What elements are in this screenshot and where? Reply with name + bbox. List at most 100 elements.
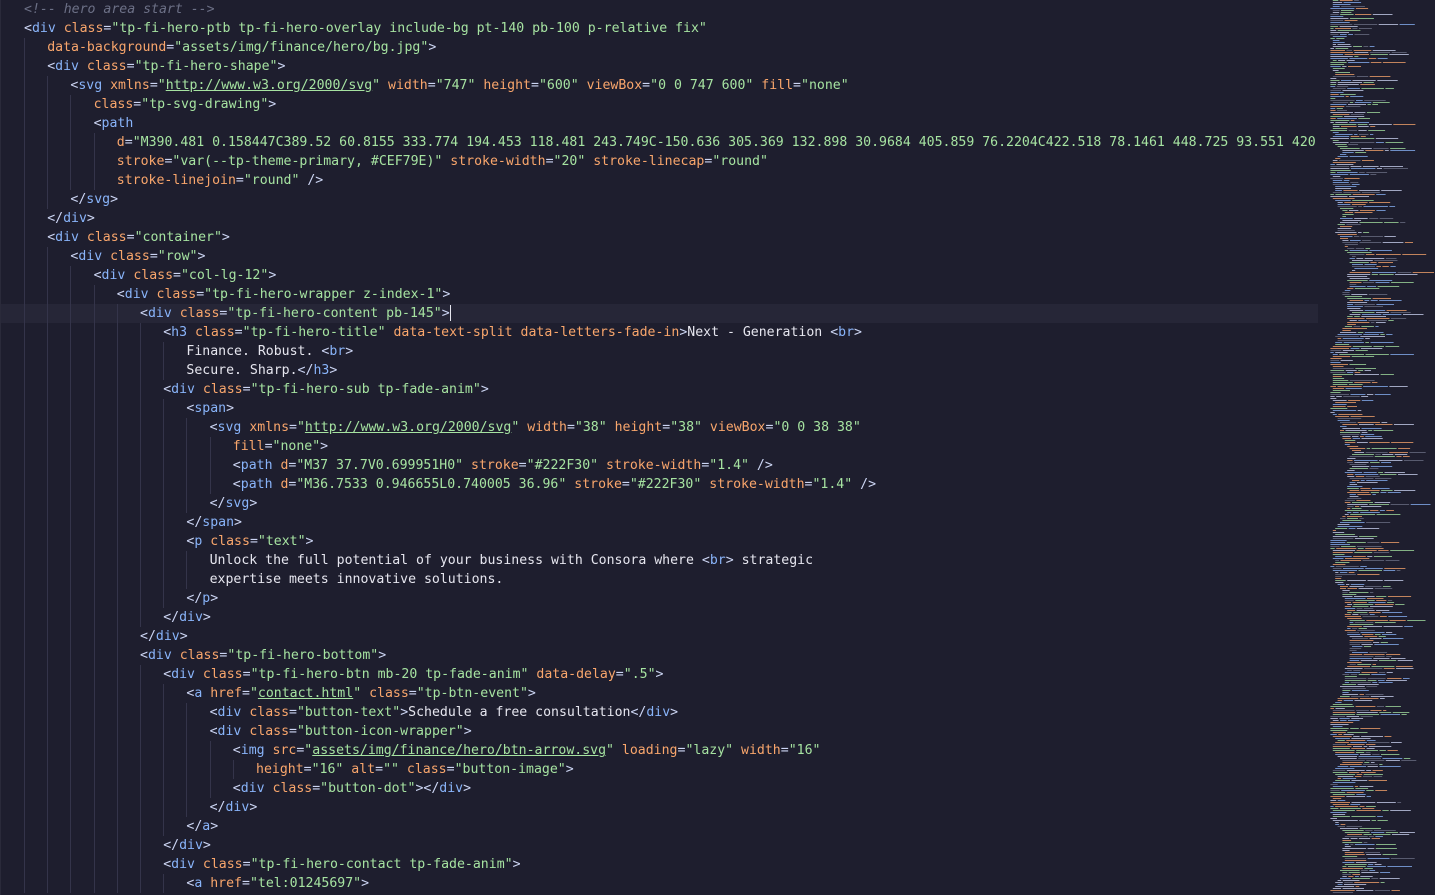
minimap-mark	[1351, 802, 1376, 803]
minimap-mark	[1330, 122, 1334, 123]
code-line[interactable]: <div class="button-icon-wrapper">	[1, 722, 1319, 741]
code-line[interactable]: d="M390.481 0.158447C389.52 60.8155 333.…	[1, 133, 1319, 152]
minimap-mark	[1335, 824, 1340, 825]
code-line[interactable]: <div class="button-dot"></div>	[1, 779, 1319, 798]
code-line[interactable]: <svg xmlns="http://www.w3.org/2000/svg" …	[1, 76, 1319, 95]
code-token: <	[47, 230, 56, 245]
code-lines[interactable]: <!-- hero area start --> <div class="tp-f…	[1, 0, 1319, 893]
code-line[interactable]: Finance. Robust. <br>	[1, 342, 1319, 361]
minimap-mark	[1366, 854, 1382, 855]
code-line[interactable]: <div class="tp-fi-hero-contact tp-fade-a…	[1, 855, 1319, 874]
code-token: class	[398, 762, 447, 777]
code-line[interactable]: <path d="M36.7533 0.946655L0.740005 36.9…	[1, 475, 1319, 494]
indent-guide	[47, 171, 49, 190]
minimap-mark	[1351, 508, 1362, 509]
code-line[interactable]: <div class="tp-fi-hero-content pb-145">	[1, 304, 1319, 323]
code-line[interactable]: fill="none">	[1, 437, 1319, 456]
code-line[interactable]: <img src="assets/img/finance/hero/btn-ar…	[1, 741, 1319, 760]
minimap-mark	[1330, 806, 1334, 807]
code-token: =	[427, 78, 436, 93]
code-token: >	[329, 363, 338, 378]
code-line[interactable]: <div class="container">	[1, 228, 1319, 247]
code-line[interactable]: <div class="row">	[1, 247, 1319, 266]
code-token: div	[101, 268, 126, 283]
indent-guide	[140, 836, 141, 855]
minimap-mark	[1344, 864, 1367, 865]
code-line[interactable]: </span>	[1, 513, 1319, 532]
code-line[interactable]: <div class="tp-fi-hero-sub tp-fade-anim"…	[1, 380, 1319, 399]
code-token: class	[361, 686, 409, 701]
minimap-mark	[1374, 864, 1382, 865]
minimap-mark	[1337, 386, 1362, 387]
code-line[interactable]: Secure. Sharp.</h3>	[1, 361, 1319, 380]
minimap-mark	[1370, 54, 1388, 55]
code-line[interactable]: <!-- hero area start -->	[1, 0, 1319, 19]
code-line[interactable]: <div class="tp-fi-hero-btn mb-20 tp-fade…	[1, 665, 1319, 684]
indent-guide	[140, 589, 141, 608]
code-line[interactable]: </svg>	[1, 190, 1319, 209]
minimap-mark	[1344, 20, 1358, 21]
code-line[interactable]: </svg>	[1, 494, 1319, 513]
minimap-mark	[1344, 250, 1349, 251]
code-line[interactable]: </div>	[1, 627, 1319, 646]
code-line[interactable]: <span>	[1, 399, 1319, 418]
code-line[interactable]: <div class="tp-fi-hero-wrapper z-index-1…	[1, 285, 1319, 304]
code-line[interactable]: <div class="button-text">Schedule a free…	[1, 703, 1319, 722]
indent-guide	[47, 190, 49, 209]
code-token: class	[171, 648, 220, 663]
indent-guide	[24, 874, 25, 893]
code-line[interactable]: class="tp-svg-drawing">	[1, 95, 1319, 114]
code-line[interactable]: </p>	[1, 589, 1319, 608]
code-line[interactable]: expertise meets innovative solutions.	[1, 570, 1319, 589]
minimap-mark	[1381, 422, 1388, 423]
code-line[interactable]: <h3 class="tp-fi-hero-title" data-text-s…	[1, 323, 1319, 342]
minimap-mark	[1342, 684, 1357, 685]
code-line[interactable]: </a>	[1, 817, 1319, 836]
minimap-mark	[1379, 300, 1402, 301]
code-line[interactable]: </div>	[1, 608, 1319, 627]
code-line[interactable]: Unlock the full potential of your busine…	[1, 551, 1319, 570]
minimap-mark	[1349, 380, 1375, 381]
indent-guide	[186, 741, 188, 760]
minimap-mark	[1340, 426, 1347, 427]
code-line[interactable]: <path	[1, 114, 1319, 133]
minimap-mark	[1347, 316, 1353, 317]
code-line[interactable]: <a href="contact.html" class="tp-btn-eve…	[1, 684, 1319, 703]
minimap-mark	[1380, 698, 1385, 699]
code-line[interactable]: <div class="tp-fi-hero-shape">	[1, 57, 1319, 76]
minimap-mark	[1391, 52, 1407, 53]
minimap-mark	[1340, 332, 1357, 333]
indent-guide	[70, 817, 72, 836]
minimap[interactable]	[1318, 0, 1435, 895]
code-line[interactable]: <p class="text">	[1, 532, 1319, 551]
code-line[interactable]: </div>	[1, 209, 1319, 228]
code-line[interactable]: <div class="col-lg-12">	[1, 266, 1319, 285]
code-line[interactable]: <a href="tel:01245697">	[1, 874, 1319, 893]
code-line[interactable]: <div class="tp-fi-hero-ptb tp-fi-hero-ov…	[1, 19, 1319, 38]
code-line[interactable]: stroke-linejoin="round" />	[1, 171, 1319, 190]
indent-guide	[186, 494, 188, 513]
minimap-mark	[1342, 350, 1354, 351]
minimap-mark	[1370, 322, 1375, 323]
minimap-mark	[1399, 832, 1415, 833]
code-line[interactable]: <path d="M37 37.7V0.699951H0" stroke="#2…	[1, 456, 1319, 475]
code-line[interactable]: </div>	[1, 836, 1319, 855]
code-line[interactable]: </div>	[1, 798, 1319, 817]
code-editor[interactable]: <!-- hero area start --> <div class="tp-f…	[0, 0, 1319, 895]
code-line[interactable]: stroke="var(--tp-theme-primary, #CEF79E)…	[1, 152, 1319, 171]
code-line[interactable]: <svg xmlns="http://www.w3.org/2000/svg" …	[1, 418, 1319, 437]
minimap-mark	[1344, 832, 1370, 833]
indent-guide	[163, 589, 165, 608]
minimap-mark	[1344, 844, 1349, 845]
minimap-mark	[1356, 550, 1377, 551]
minimap-mark	[1332, 568, 1342, 569]
minimap-mark	[1340, 94, 1356, 95]
code-token: class	[194, 382, 243, 397]
minimap-mark	[1335, 48, 1349, 49]
indent-guide	[24, 228, 25, 247]
minimap-mark	[1330, 542, 1346, 543]
minimap-mark	[1403, 460, 1424, 461]
code-line[interactable]: height="16" alt="" class="button-image">	[1, 760, 1319, 779]
code-line[interactable]: data-background="assets/img/finance/hero…	[1, 38, 1319, 57]
code-line[interactable]: <div class="tp-fi-hero-bottom">	[1, 646, 1319, 665]
